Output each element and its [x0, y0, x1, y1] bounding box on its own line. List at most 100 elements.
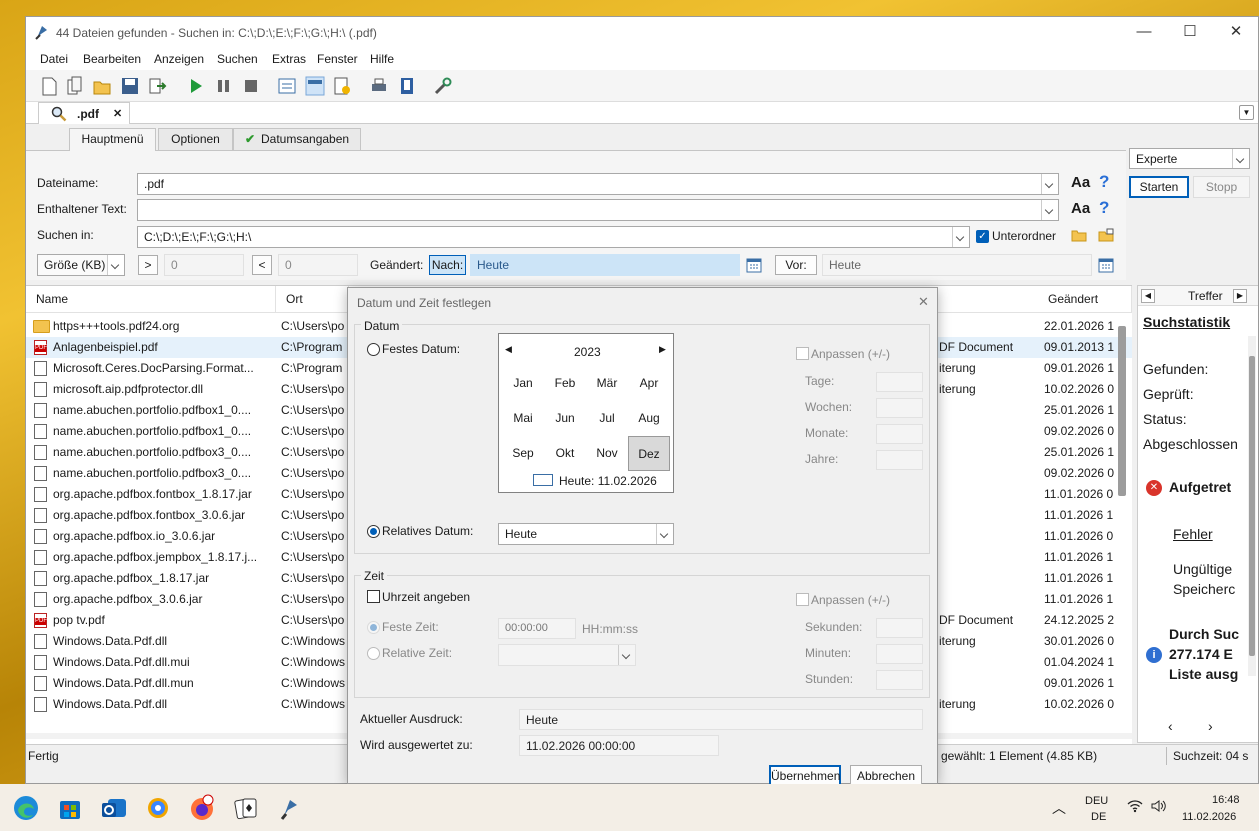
unterordner-checkbox[interactable]: ✓ [976, 230, 989, 243]
nach-date-input[interactable]: Heute [470, 254, 740, 276]
case-sensitive-icon[interactable]: Aa [1071, 200, 1090, 217]
menu-extras[interactable]: Extras [272, 52, 306, 66]
enthaltener-text-input[interactable] [137, 199, 1059, 221]
min-size-input[interactable]: 0 [164, 254, 244, 276]
new-document-icon[interactable] [39, 76, 59, 96]
column-header-name[interactable]: Name [26, 286, 276, 312]
calendar-month[interactable]: Jan [502, 366, 544, 401]
chevron-down-icon[interactable] [952, 227, 969, 247]
properties-icon[interactable] [332, 76, 352, 96]
clock-time[interactable]: 16:48 [1212, 794, 1240, 806]
jahre-input[interactable] [876, 450, 923, 470]
calendar-month[interactable]: Feb [544, 366, 586, 401]
lang-secondary[interactable]: DE [1091, 811, 1106, 823]
doc-tab-close-icon[interactable]: ✕ [113, 107, 122, 120]
sidebar-scroll-left-icon[interactable]: ‹ [1168, 718, 1173, 734]
settings-gear-icon[interactable] [144, 794, 172, 822]
close-button[interactable]: ✕ [1213, 17, 1258, 48]
calendar-month[interactable]: Nov [586, 436, 628, 471]
tools-icon[interactable] [433, 76, 453, 96]
outlook-icon[interactable] [100, 794, 128, 822]
calendar-month[interactable]: Mär [586, 366, 628, 401]
calendar-month[interactable]: Okt [544, 436, 586, 471]
maximize-button[interactable]: ☐ [1167, 17, 1213, 48]
save-icon[interactable] [120, 76, 140, 96]
feste-zeit-input[interactable]: 00:00:00 [498, 618, 576, 639]
column-header-geaendert[interactable]: Geändert [1038, 286, 1132, 312]
folder-icon[interactable] [1071, 228, 1087, 242]
calendar-prev-icon[interactable]: ◀ [505, 344, 512, 355]
monate-input[interactable] [876, 424, 923, 444]
dateiname-input[interactable]: .pdf [137, 173, 1059, 195]
tab-datumsangaben[interactable]: ✔ Datumsangaben [233, 128, 361, 150]
max-size-input[interactable]: 0 [278, 254, 358, 276]
column-header-ort[interactable]: Ort [276, 286, 349, 312]
sidebar-scrollbar-thumb[interactable] [1249, 356, 1255, 656]
chevron-down-icon[interactable] [1232, 149, 1249, 168]
anpassen-zeit-checkbox[interactable] [796, 593, 809, 606]
sidebar-tab-treffer[interactable]: Treffer [1188, 289, 1223, 303]
menu-anzeigen[interactable]: Anzeigen [154, 52, 204, 66]
sekunden-input[interactable] [876, 618, 923, 638]
edge-icon[interactable] [12, 794, 40, 822]
relatives-datum-radio[interactable] [367, 525, 380, 538]
start-button[interactable]: Starten [1129, 176, 1189, 198]
calendar-month[interactable]: Sep [502, 436, 544, 471]
tab-hauptmenue[interactable]: Hauptmenü [69, 128, 156, 151]
fehler-link[interactable]: Fehler [1173, 526, 1213, 542]
tage-input[interactable] [876, 372, 923, 392]
play-icon[interactable] [186, 76, 206, 96]
calendar-month[interactable]: Aug [628, 401, 670, 436]
sidebar-next-icon[interactable]: ▶ [1233, 289, 1247, 303]
calendar-month[interactable]: Jun [544, 401, 586, 436]
vor-date-input[interactable]: Heute [822, 254, 1092, 276]
export-icon[interactable] [147, 76, 167, 96]
microsoft-store-icon[interactable] [56, 794, 84, 822]
vor-button[interactable]: Vor: [775, 255, 817, 275]
case-sensitive-icon[interactable]: Aa [1071, 174, 1090, 191]
doc-tab[interactable]: .pdf ✕ [38, 102, 130, 124]
lang-primary[interactable]: DEU [1085, 795, 1108, 807]
calendar-icon[interactable] [746, 257, 762, 273]
relatives-datum-select[interactable]: Heute [498, 523, 674, 545]
today-label[interactable]: Heute: 11.02.2026 [559, 474, 657, 488]
mode-select[interactable]: Experte [1129, 148, 1250, 169]
chevron-down-icon[interactable] [107, 255, 124, 275]
clock-date[interactable]: 11.02.2026 [1182, 811, 1236, 823]
volume-icon[interactable] [1151, 799, 1167, 813]
folder-options-icon[interactable] [1098, 228, 1114, 242]
uhrzeit-checkbox[interactable] [367, 590, 380, 603]
print-icon[interactable] [369, 76, 389, 96]
wifi-icon[interactable] [1127, 799, 1143, 813]
solitaire-icon[interactable] [232, 794, 260, 822]
menu-datei[interactable]: Datei [40, 52, 68, 66]
relative-zeit-radio[interactable] [367, 647, 380, 660]
menu-fenster[interactable]: Fenster [317, 52, 358, 66]
calendar-year[interactable]: 2023 [574, 345, 601, 359]
chevron-down-icon[interactable] [1041, 174, 1058, 194]
anpassen-datum-checkbox[interactable] [796, 347, 809, 360]
dialog-close-icon[interactable]: ✕ [918, 294, 929, 310]
calendar-month[interactable]: Mai [502, 401, 544, 436]
greater-than-button[interactable]: > [138, 255, 158, 275]
layout-switch-icon[interactable] [277, 76, 297, 96]
minuten-input[interactable] [876, 644, 923, 664]
pause-icon[interactable] [214, 76, 234, 96]
search-tool-taskbar-icon[interactable] [276, 794, 304, 822]
preview-pane-icon[interactable] [305, 76, 325, 96]
minimize-button[interactable]: — [1121, 17, 1167, 48]
calendar-month[interactable]: Jul [586, 401, 628, 436]
help-icon[interactable]: ? [1099, 172, 1109, 192]
calendar-icon[interactable] [1098, 257, 1114, 273]
stunden-input[interactable] [876, 670, 923, 690]
help-book-icon[interactable] [397, 76, 417, 96]
feste-zeit-radio[interactable] [367, 621, 380, 634]
menu-hilfe[interactable]: Hilfe [370, 52, 394, 66]
chevron-down-icon[interactable] [1041, 200, 1058, 220]
chevron-down-icon[interactable] [618, 645, 635, 665]
stop-button[interactable]: Stopp [1193, 176, 1250, 198]
menu-suchen[interactable]: Suchen [217, 52, 258, 66]
wochen-input[interactable] [876, 398, 923, 418]
firefox-icon[interactable] [188, 794, 216, 822]
calendar-month[interactable]: Apr [628, 366, 670, 401]
